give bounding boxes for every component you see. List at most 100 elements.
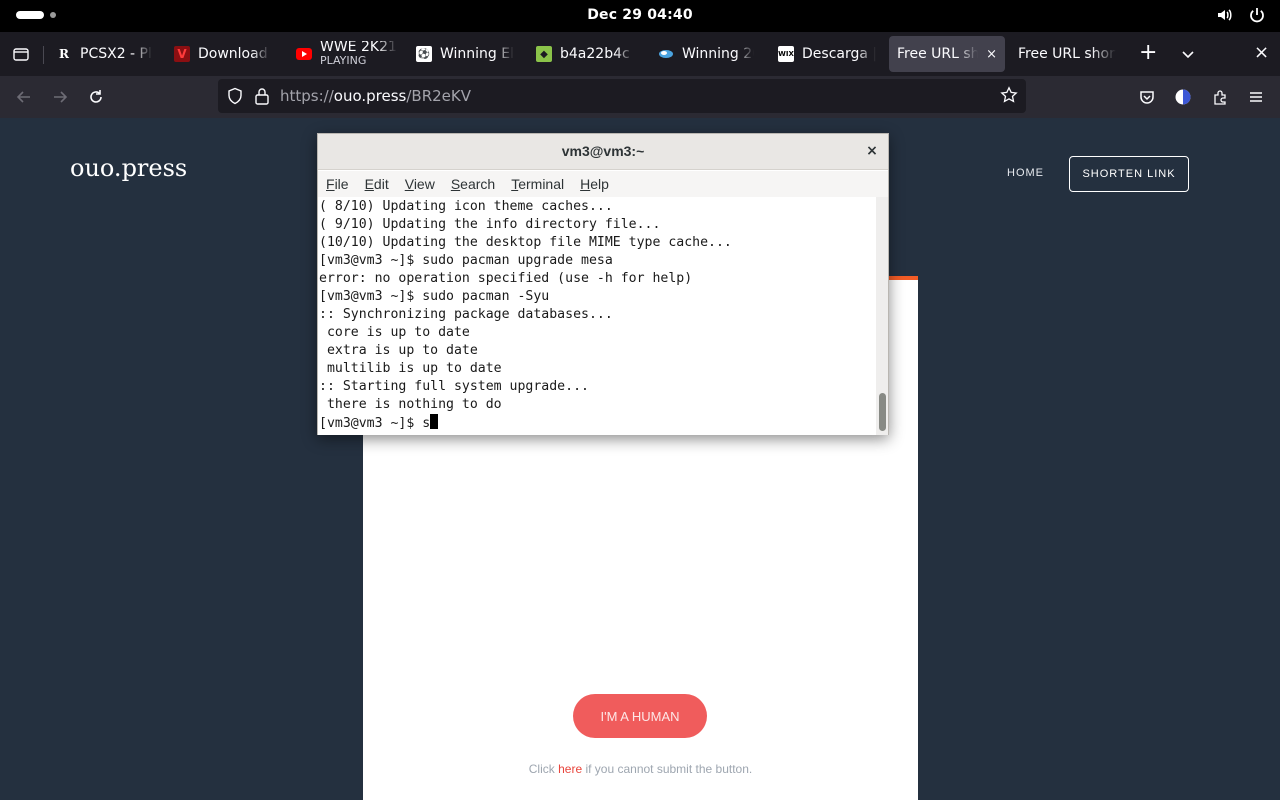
download-favicon: V <box>174 46 190 62</box>
terminal-scroll-thumb[interactable] <box>879 393 886 431</box>
here-link[interactable]: here <box>558 762 582 776</box>
terminal-title: vm3@vm3:~ <box>561 143 645 159</box>
system-tray[interactable] <box>1216 6 1266 28</box>
back-icon[interactable] <box>11 84 37 110</box>
tab-free-url[interactable]: Free URL short <box>1010 36 1124 72</box>
menu-terminal[interactable]: Terminal <box>503 171 572 197</box>
menu-help[interactable]: Help <box>572 171 617 197</box>
tab-youtube-playing[interactable]: WWE 2K21 PLAYING <box>288 36 400 72</box>
reload-icon[interactable] <box>83 84 109 110</box>
tab-winning-eleven[interactable]: ⚽ Winning Ele <box>408 36 522 72</box>
terminal-line: [vm3@vm3 ~]$ sudo pacman -Syu <box>319 289 550 304</box>
menu-label: earch <box>460 176 496 192</box>
terminal-close-button[interactable]: × <box>863 142 881 160</box>
wix-favicon: WIX <box>778 46 794 62</box>
menu-file[interactable]: File <box>318 171 357 197</box>
youtube-favicon <box>296 46 312 62</box>
account-icon[interactable] <box>1170 84 1196 110</box>
menu-edit[interactable]: Edit <box>357 171 397 197</box>
lock-icon[interactable] <box>254 87 270 109</box>
terminal-prompt-text: [vm3@vm3 ~]$ s <box>319 416 431 431</box>
clock[interactable]: Dec 29 04:40 <box>0 7 1280 23</box>
bookmark-star-icon[interactable] <box>1000 86 1018 108</box>
menu-label: erminal <box>518 176 565 192</box>
terminal-line: error: no operation specified (use -h fo… <box>319 271 693 286</box>
tab-close-icon[interactable]: × <box>986 47 997 62</box>
tab-label: Free URL short <box>1018 46 1116 62</box>
new-tab-button[interactable]: + <box>1139 40 1157 65</box>
forward-icon[interactable] <box>47 84 73 110</box>
power-icon[interactable] <box>1248 6 1266 28</box>
terminal-line: :: Synchronizing package databases... <box>319 307 613 322</box>
url-scheme: https:// <box>280 87 334 105</box>
apk-favicon: ◆ <box>536 46 552 62</box>
tab-pcsx2[interactable]: R PCSX2 - Pla <box>48 36 160 72</box>
terminal-line: :: Starting full system upgrade... <box>319 379 589 394</box>
terminal-menubar: File Edit View Search Terminal Help <box>318 171 888 197</box>
im-a-human-button[interactable]: I'M A HUMAN <box>573 694 707 738</box>
menu-label: iew <box>413 176 435 192</box>
url-bar[interactable]: https://ouo.press/BR2eKV <box>218 79 1026 113</box>
menu-mnemonic: H <box>580 176 591 192</box>
tab-label: b4a22b4c - <box>560 46 634 62</box>
terminal-line: ( 8/10) Updating icon theme caches... <box>319 199 613 214</box>
pocket-icon[interactable] <box>1134 84 1160 110</box>
browser-tab-bar: R PCSX2 - Pla V Download F WWE 2K21 PLAY… <box>0 32 1280 76</box>
tab-playing-label: PLAYING <box>320 54 367 67</box>
menu-icon[interactable] <box>1243 84 1269 110</box>
volume-icon[interactable] <box>1216 6 1234 28</box>
note-text: if you cannot submit the button. <box>582 762 753 776</box>
tab-free-url-active[interactable]: Free URL sho × <box>889 36 1005 72</box>
terminal-line: extra is up to date <box>319 343 478 358</box>
menu-mnemonic: V <box>404 176 414 192</box>
chevron-down-icon[interactable] <box>1175 41 1201 67</box>
terminal-line: (10/10) Updating the desktop file MIME t… <box>319 235 732 250</box>
pcsx2-favicon: R <box>59 47 69 61</box>
tab-descarga[interactable]: WIX Descarga | D <box>770 36 884 72</box>
shield-icon[interactable] <box>226 87 244 109</box>
tab-label: Descarga | D <box>802 46 876 62</box>
menu-label: ile <box>334 176 349 192</box>
extensions-icon[interactable] <box>1207 84 1233 110</box>
terminal-line: there is nothing to do <box>319 397 502 412</box>
tab-label: WWE 2K21 <box>320 41 397 54</box>
note-text: Click <box>528 762 559 776</box>
menu-search[interactable]: Search <box>443 171 503 197</box>
tab-label: Download F <box>198 46 270 62</box>
site-logo[interactable]: ouo.press <box>70 154 187 182</box>
terminal-output[interactable]: ( 8/10) Updating icon theme caches... ( … <box>318 197 876 435</box>
terminal-line: multilib is up to date <box>319 361 502 376</box>
menu-mnemonic: S <box>450 176 461 192</box>
window-close-button[interactable]: × <box>1254 42 1269 63</box>
url-text[interactable]: https://ouo.press/BR2eKV <box>280 87 471 105</box>
terminal-cursor <box>430 414 439 429</box>
url-host: ouo.press <box>333 87 407 105</box>
terminal-scrollbar[interactable] <box>876 197 888 435</box>
terminal-window[interactable]: vm3@vm3:~ × File Edit View Search Termin… <box>317 133 889 435</box>
system-top-bar: Dec 29 04:40 <box>0 0 1280 32</box>
tab-download[interactable]: V Download F <box>166 36 278 72</box>
menu-mnemonic: F <box>326 176 335 192</box>
terminal-prompt-line[interactable]: [vm3@vm3 ~]$ s <box>319 414 439 432</box>
winning-eleven-favicon: ⚽ <box>416 46 432 62</box>
menu-view[interactable]: View <box>397 171 443 197</box>
terminal-titlebar[interactable]: vm3@vm3:~ × <box>318 134 888 170</box>
blue-bird-favicon <box>658 46 674 62</box>
tab-label: PCSX2 - Pla <box>80 46 152 62</box>
menu-label: dit <box>373 176 389 192</box>
tab-apk[interactable]: ◆ b4a22b4c - <box>528 36 642 72</box>
url-path: /BR2eKV <box>406 87 472 105</box>
firefox-view-icon[interactable] <box>8 41 34 67</box>
tab-separator <box>43 46 44 64</box>
tab-winning-20[interactable]: Winning 20 <box>650 36 762 72</box>
fallback-note: Click here if you cannot submit the butt… <box>363 762 918 776</box>
terminal-line: [vm3@vm3 ~]$ sudo pacman upgrade mesa <box>319 253 613 268</box>
tab-label: Winning 20 <box>682 46 754 62</box>
shorten-link-button[interactable]: SHORTEN LINK <box>1069 156 1189 192</box>
terminal-line: ( 9/10) Updating the info directory file… <box>319 217 661 232</box>
nav-home-link[interactable]: HOME <box>1007 167 1044 179</box>
menu-mnemonic: E <box>364 176 374 192</box>
menu-label: elp <box>590 176 609 192</box>
tab-label: Winning Ele <box>440 46 514 62</box>
tab-label: Free URL sho <box>897 46 979 62</box>
